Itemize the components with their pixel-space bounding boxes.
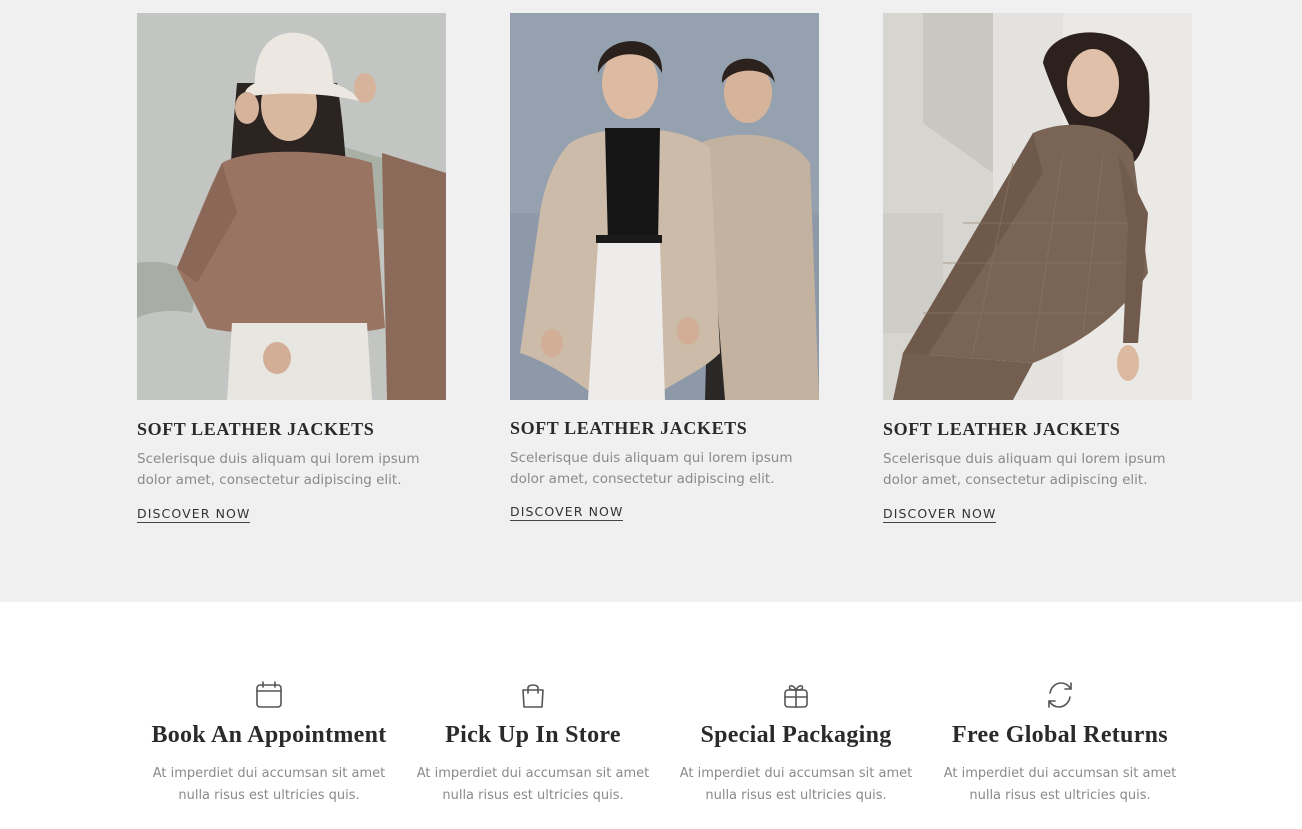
product-title: SOFT LEATHER JACKETS — [510, 418, 748, 438]
shopping-bag-icon — [522, 684, 544, 708]
feature-description: At imperdiet dui accumsan sit amet nulla… — [416, 766, 650, 803]
product-description: Scelerisque duis aliquam qui lorem ipsum… — [883, 451, 1166, 488]
discover-now-link[interactable]: DISCOVER NOW — [883, 506, 997, 523]
product-photo-illustration — [510, 13, 819, 400]
gift-icon — [784, 684, 808, 708]
product-description: Scelerisque duis aliquam qui lorem ipsum… — [510, 450, 793, 487]
feature-title: Free Global Returns — [952, 722, 1168, 748]
product-description: Scelerisque duis aliquam qui lorem ipsum… — [137, 451, 420, 488]
discover-now-link[interactable]: DISCOVER NOW — [510, 504, 624, 521]
product-title: SOFT LEATHER JACKETS — [137, 419, 375, 439]
feature-description: At imperdiet dui accumsan sit amet nulla… — [679, 766, 913, 803]
product-image-trench-coat-models[interactable] — [510, 13, 819, 400]
features-section: Book An Appointment At imperdiet dui acc… — [0, 602, 1302, 829]
product-image-bucket-hat-model[interactable] — [137, 13, 446, 400]
feature-description: At imperdiet dui accumsan sit amet nulla… — [152, 766, 386, 803]
feature-title: Pick Up In Store — [445, 722, 621, 748]
feature-title: Special Packaging — [700, 722, 892, 748]
feature-description: At imperdiet dui accumsan sit amet nulla… — [943, 766, 1177, 803]
product-photo-illustration — [137, 13, 446, 400]
product-title: SOFT LEATHER JACKETS — [883, 419, 1121, 439]
feature-title: Book An Appointment — [151, 722, 387, 748]
discover-now-link[interactable]: DISCOVER NOW — [137, 506, 251, 523]
calendar-icon — [256, 681, 282, 708]
refresh-icon — [1048, 682, 1072, 708]
product-photo-illustration — [883, 13, 1192, 400]
product-image-plaid-suit-model[interactable] — [883, 13, 1192, 400]
product-section: SOFT LEATHER JACKETS Scelerisque duis al… — [0, 0, 1302, 602]
